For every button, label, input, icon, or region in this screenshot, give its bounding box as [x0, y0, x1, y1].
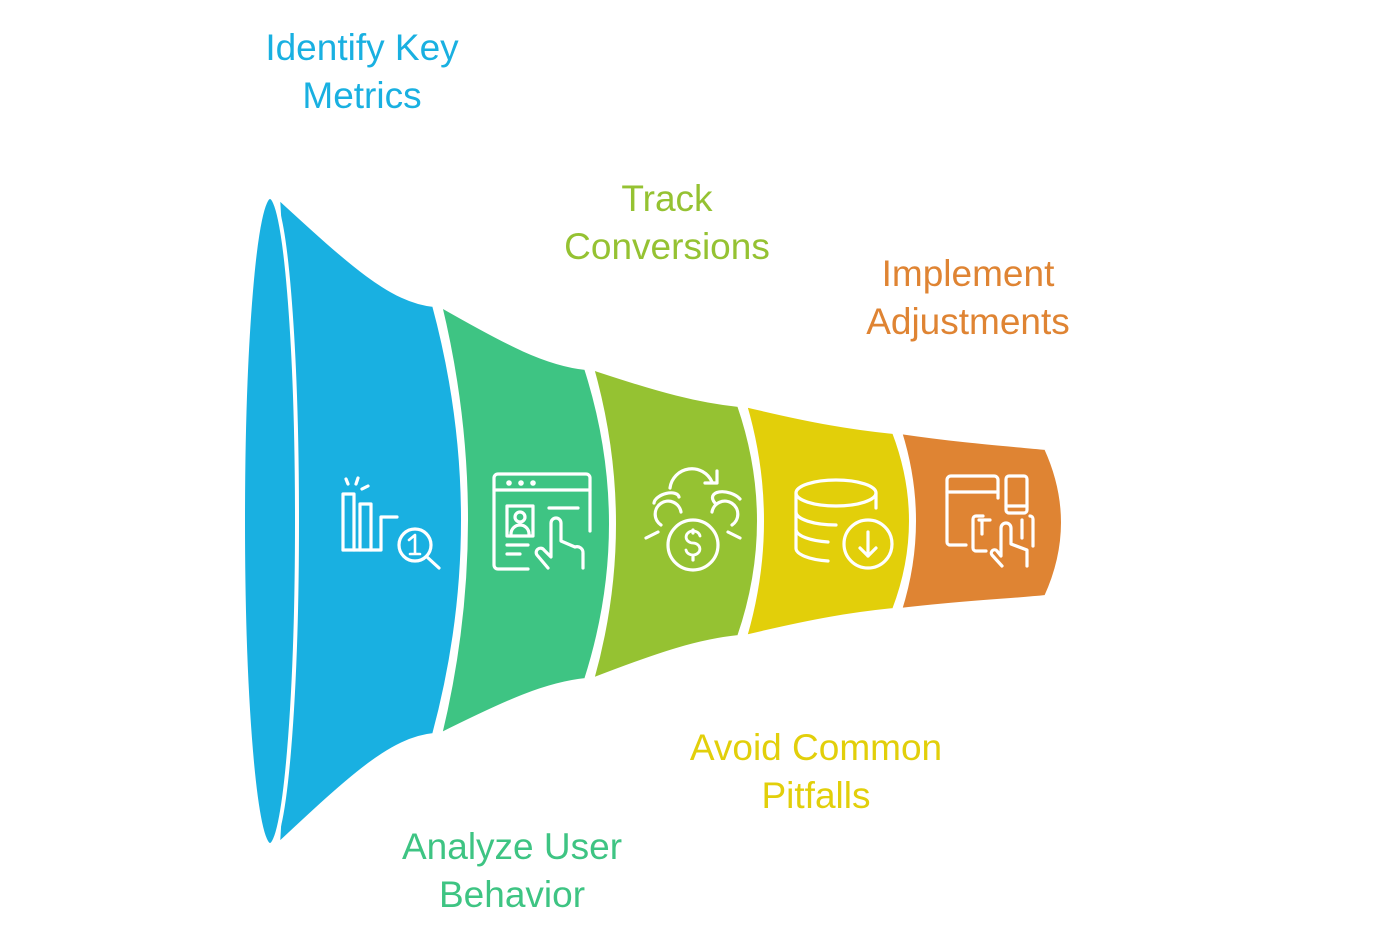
stage-label-implement-adjustments: Implement Adjustments	[818, 250, 1118, 346]
stage-label-line: Identify Key	[265, 27, 459, 68]
stage-label-avoid-common-pitfalls: Avoid Common Pitfalls	[666, 724, 966, 820]
stage-label-line: Avoid Common	[689, 727, 943, 768]
stage-label-line: Analyze User	[401, 826, 623, 867]
stage-label-line: Pitfalls	[761, 775, 871, 816]
funnel-segment-4	[742, 402, 913, 640]
stage-label-line: Metrics	[302, 75, 422, 116]
funnel-mouth	[241, 195, 299, 847]
stage-label-track-conversions: Track Conversions	[517, 175, 817, 271]
stage-label-line: Implement	[881, 253, 1055, 294]
stage-label-line: Behavior	[438, 874, 586, 915]
stage-label-line: Track	[621, 178, 713, 219]
stage-label-identify-key-metrics: Identify Key Metrics	[212, 24, 512, 120]
stage-label-line: Conversions	[564, 226, 770, 267]
stage-label-line: Adjustments	[866, 301, 1070, 342]
stage-label-analyze-user-behavior: Analyze User Behavior	[362, 823, 662, 919]
